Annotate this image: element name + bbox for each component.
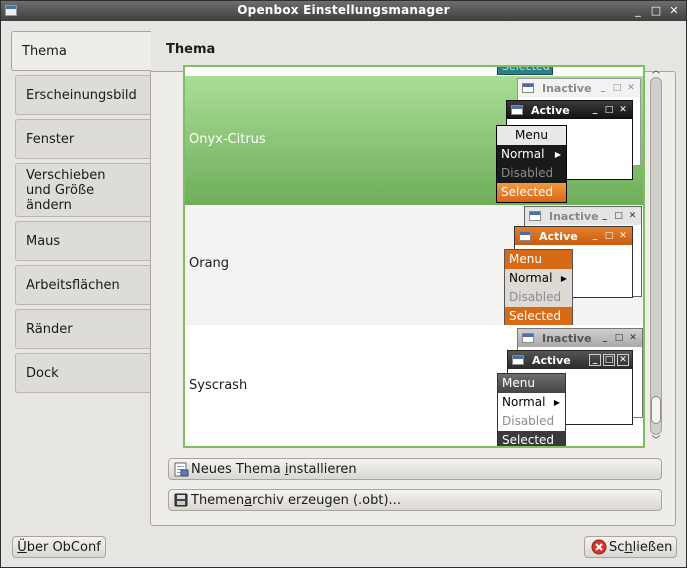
minimize-icon: _ <box>600 83 606 93</box>
close-icon: ✕ <box>629 333 637 343</box>
window-icon <box>522 333 534 343</box>
maximize-icon: □ <box>603 354 615 366</box>
theme-name: Onyx-Citrus <box>189 132 266 147</box>
install-theme-button[interactable]: Neues Thema installieren <box>168 458 662 480</box>
install-theme-label: Neues Thema installieren <box>191 461 357 477</box>
preview-menu-normal: Normal ▶ <box>502 395 560 409</box>
scroll-up-arrow-icon[interactable]: ︿ <box>650 65 662 77</box>
tab-fenster[interactable]: Fenster <box>15 119 150 159</box>
theme-preview: Inactive _ □ ✕ Active _ □ ✕ Menu Normal ▶ Dis… <box>504 205 643 327</box>
create-archive-button[interactable]: Themenarchiv erzeugen (.obt)... <box>168 489 662 511</box>
window-icon <box>511 105 523 115</box>
minimize-icon: _ <box>602 211 607 221</box>
tab-label: Thema <box>22 43 67 59</box>
partial-selected-item: Selected <box>497 67 553 75</box>
tab-erscheinungsbild[interactable]: Erscheinungsbild <box>15 75 150 115</box>
preview-active-label: Active <box>539 229 578 243</box>
preview-menu-disabled: Disabled <box>509 290 562 304</box>
minimize-icon: _ <box>592 231 598 241</box>
scroll-trough[interactable] <box>650 77 662 435</box>
preview-menu-title: Menu <box>498 374 565 393</box>
archive-icon <box>173 492 189 508</box>
theme-name: Syscrash <box>189 378 248 393</box>
minimize-icon: _ <box>602 333 608 343</box>
list-item-syscrash[interactable]: Syscrash Inactive _ □ ✕ Active _ □ ✕ Men… <box>185 325 643 446</box>
tab-label: Arbeitsflächen <box>26 277 120 293</box>
theme-name: Orang <box>189 256 230 271</box>
preview-inactive-label: Inactive <box>549 209 599 223</box>
window-title: Openbox Einstellungsmanager <box>237 3 450 17</box>
tab-label: Maus <box>26 233 61 249</box>
list-item-onyx-citrus[interactable]: Onyx-Citrus Inactive _ □ ✕ Active _ □ ✕ <box>185 76 643 205</box>
tab-label-line1: Verschieben <box>26 167 106 183</box>
tab-verschieben[interactable]: Verschieben und Größe ändern <box>15 163 150 217</box>
scroll-thumb[interactable] <box>651 396 661 424</box>
maximize-icon: □ <box>614 211 623 221</box>
theme-preview: Inactive _ □ ✕ Active _ □ ✕ Menu Normal ▶ Dis… <box>497 325 643 446</box>
preview-inactive-label: Inactive <box>542 81 592 95</box>
minimize-button[interactable]: _ <box>631 4 645 18</box>
main-window: Openbox Einstellungsmanager _ □ ✕ Thema … <box>0 0 687 568</box>
tab-label: Ränder <box>26 321 73 337</box>
theme-list-scrollbar[interactable]: ︿ ﹀ <box>648 65 664 448</box>
tab-label: Dock <box>26 365 59 381</box>
close-icon: ✕ <box>617 354 629 366</box>
tab-label-line2: und Größe ändern <box>26 182 95 213</box>
window-icon <box>512 355 524 365</box>
tab-label: Erscheinungsbild <box>26 87 137 103</box>
list-item-orang[interactable]: Orang Inactive _ □ ✕ Active _ □ ✕ Menu N… <box>185 205 643 327</box>
window-icon <box>522 83 534 93</box>
minimize-icon: _ <box>589 354 601 366</box>
about-button[interactable]: Über ObConf <box>12 536 106 558</box>
preview-menu: Menu Normal ▶ Disabled Selected <box>497 373 566 446</box>
close-icon: ✕ <box>619 105 627 115</box>
install-theme-icon <box>173 461 189 477</box>
about-label: Über ObConf <box>17 539 101 555</box>
tab-raender[interactable]: Ränder <box>15 309 150 349</box>
preview-menu-normal: Normal ▶ <box>501 147 561 161</box>
create-archive-label: Themenarchiv erzeugen (.obt)... <box>191 492 401 508</box>
close-circle-icon <box>591 539 607 555</box>
theme-preview: Inactive _ □ ✕ Active _ □ ✕ Menu Normal ▶ Dis… <box>496 76 641 205</box>
preview-inactive-label: Inactive <box>542 331 592 345</box>
close-button[interactable]: Schließen <box>584 536 677 558</box>
maximize-icon: □ <box>612 83 622 93</box>
preview-menu-selected: Selected <box>497 183 566 202</box>
preview-menu-disabled: Disabled <box>502 414 555 428</box>
page-title: Thema <box>166 42 216 57</box>
preview-menu-selected: Selected <box>505 307 572 326</box>
close-icon: ✕ <box>619 231 627 241</box>
theme-list[interactable]: Selected Onyx-Citrus Inactive _ □ ✕ Active <box>183 65 645 448</box>
tab-dock[interactable]: Dock <box>15 353 150 393</box>
maximize-button[interactable]: □ <box>649 4 663 18</box>
window-icon <box>529 211 541 221</box>
preview-menu: Menu Normal ▶ Disabled Selected <box>504 249 573 327</box>
preview-menu-title: Menu <box>497 126 566 145</box>
maximize-icon: □ <box>604 231 614 241</box>
close-window-button[interactable]: ✕ <box>667 4 681 18</box>
preview-menu: Menu Normal ▶ Disabled Selected <box>496 125 567 203</box>
close-icon: ✕ <box>628 211 637 221</box>
preview-menu-selected: Selected <box>498 431 565 446</box>
close-icon: ✕ <box>627 83 635 93</box>
tab-thema[interactable]: Thema <box>11 31 151 71</box>
tab-label: Fenster <box>26 131 75 147</box>
minimize-icon: _ <box>592 105 598 115</box>
window-icon <box>519 231 531 241</box>
title-bar[interactable]: Openbox Einstellungsmanager _ □ ✕ <box>1 1 686 21</box>
preview-menu-normal: Normal ▶ <box>509 271 567 285</box>
preview-menu-disabled: Disabled <box>501 166 554 180</box>
tab-maus[interactable]: Maus <box>15 221 150 261</box>
list-item-partial[interactable]: Selected <box>185 67 643 76</box>
preview-menu-title: Menu <box>505 250 572 269</box>
close-label: Schließen <box>609 539 673 555</box>
preview-active-label: Active <box>532 353 571 367</box>
scroll-down-arrow-icon[interactable]: ﹀ <box>650 435 662 447</box>
maximize-icon: □ <box>604 105 614 115</box>
maximize-icon: □ <box>614 333 624 343</box>
tab-arbeitsflaechen[interactable]: Arbeitsflächen <box>15 265 150 305</box>
preview-active-label: Active <box>531 103 570 117</box>
